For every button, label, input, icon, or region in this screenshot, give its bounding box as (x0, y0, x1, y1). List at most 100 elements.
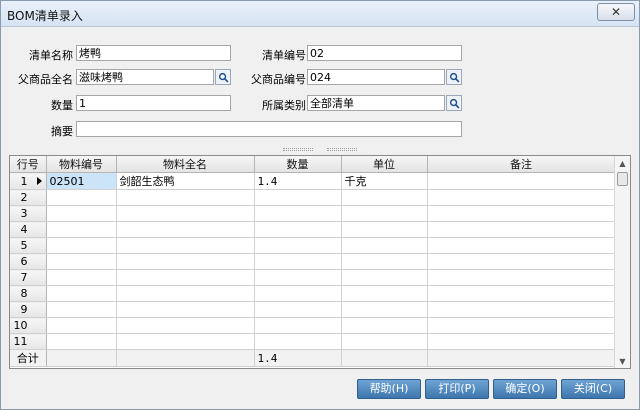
cell-name[interactable] (116, 189, 255, 206)
cell-note[interactable] (427, 172, 616, 190)
cell-code[interactable] (46, 237, 117, 254)
col-header-note[interactable]: 备注 (427, 156, 616, 173)
cell-name[interactable]: 剑韶生态鸭 (116, 172, 255, 190)
scroll-down-icon[interactable]: ▼ (615, 354, 630, 368)
col-header-unit[interactable]: 单位 (341, 156, 428, 173)
cell-qty[interactable] (254, 221, 342, 238)
cell-qty[interactable] (254, 253, 342, 270)
cell-note[interactable] (427, 269, 616, 286)
cell-note[interactable] (427, 285, 616, 302)
scroll-up-icon[interactable]: ▲ (615, 156, 630, 170)
cell-name[interactable] (116, 317, 255, 334)
cell-note[interactable] (427, 221, 616, 238)
close-button[interactable]: 关闭(C) (561, 379, 625, 399)
cell-note[interactable] (427, 301, 616, 318)
cell-unit[interactable] (341, 189, 428, 206)
cell-unit[interactable] (341, 301, 428, 318)
cell-qty[interactable] (254, 285, 342, 302)
category-input[interactable] (307, 95, 445, 111)
cell-code[interactable] (46, 317, 117, 334)
cell-name[interactable] (116, 221, 255, 238)
table-row[interactable]: 9 (10, 301, 616, 318)
table-row[interactable]: 6 (10, 253, 616, 270)
cell-qty[interactable] (254, 333, 342, 350)
cell-unit[interactable] (341, 253, 428, 270)
col-header-qty[interactable]: 数量 (254, 156, 342, 173)
col-header-row-no[interactable]: 行号 (10, 156, 47, 173)
table-row[interactable]: 8 (10, 285, 616, 302)
category-lookup-button[interactable] (446, 95, 462, 111)
row-number: 2 (20, 191, 28, 204)
grid-vertical-scrollbar[interactable]: ▲ ▼ (614, 156, 630, 368)
cell-code[interactable] (46, 205, 117, 222)
cell-note[interactable] (427, 205, 616, 222)
cell-qty[interactable] (254, 189, 342, 206)
row-number: 3 (20, 207, 28, 220)
cell-note[interactable] (427, 253, 616, 270)
table-row[interactable]: 3 (10, 205, 616, 222)
table-row[interactable]: 5 (10, 237, 616, 254)
cell-unit[interactable] (341, 333, 428, 350)
cell-code[interactable] (46, 269, 117, 286)
cell-unit[interactable] (341, 317, 428, 334)
scroll-thumb[interactable] (617, 172, 628, 186)
cell-row-no: 4 (10, 221, 47, 238)
cell-qty[interactable]: 1.4 (254, 172, 342, 190)
table-row[interactable]: 2 (10, 189, 616, 206)
table-row[interactable]: 1 02501 剑韶生态鸭 1.4 千克 (10, 172, 616, 190)
qty-input[interactable] (76, 95, 231, 111)
cell-name[interactable] (116, 253, 255, 270)
cell-qty[interactable] (254, 237, 342, 254)
cell-code[interactable] (46, 189, 117, 206)
cell-note[interactable] (427, 237, 616, 254)
cell-code[interactable] (46, 221, 117, 238)
cell-note[interactable] (427, 333, 616, 350)
table-row[interactable]: 11 (10, 333, 616, 350)
cell-code[interactable] (46, 253, 117, 270)
cell-code[interactable] (46, 301, 117, 318)
cell-name[interactable] (116, 285, 255, 302)
cell-qty[interactable] (254, 269, 342, 286)
print-button[interactable]: 打印(P) (425, 379, 489, 399)
window-close-button[interactable]: ✕ (597, 3, 635, 21)
parent-no-label: 父商品编号 (251, 73, 306, 86)
cell-code[interactable] (46, 285, 117, 302)
cell-qty[interactable] (254, 317, 342, 334)
row-number: 5 (20, 239, 28, 252)
table-row[interactable]: 4 (10, 221, 616, 238)
cell-qty[interactable] (254, 205, 342, 222)
parent-name-lookup-button[interactable] (215, 69, 231, 85)
ok-button[interactable]: 确定(O) (493, 379, 557, 399)
cell-unit[interactable]: 千克 (341, 172, 428, 190)
help-button[interactable]: 帮助(H) (357, 379, 421, 399)
cell-qty[interactable] (254, 301, 342, 318)
col-header-code[interactable]: 物料编号 (46, 156, 117, 173)
cell-name[interactable] (116, 269, 255, 286)
list-no-input[interactable] (307, 45, 462, 61)
cell-note[interactable] (427, 189, 616, 206)
cell-unit[interactable] (341, 285, 428, 302)
list-name-input[interactable] (76, 45, 231, 61)
table-row[interactable]: 7 (10, 269, 616, 286)
cell-unit[interactable] (341, 269, 428, 286)
cell-note[interactable] (427, 317, 616, 334)
parent-no-input[interactable] (307, 69, 445, 85)
cell-code[interactable]: 02501 (46, 172, 117, 190)
col-header-name[interactable]: 物料全名 (116, 156, 255, 173)
total-row: 合计 1.4 (10, 349, 616, 367)
parent-no-lookup-button[interactable] (446, 69, 462, 85)
cell-name[interactable] (116, 301, 255, 318)
panel-splitter[interactable] (1, 145, 639, 153)
cell-unit[interactable] (341, 205, 428, 222)
cell-unit[interactable] (341, 237, 428, 254)
total-empty-cell (116, 349, 255, 367)
cell-unit[interactable] (341, 221, 428, 238)
cell-row-no: 1 (10, 172, 47, 190)
cell-name[interactable] (116, 205, 255, 222)
table-row[interactable]: 10 (10, 317, 616, 334)
cell-name[interactable] (116, 237, 255, 254)
cell-code[interactable] (46, 333, 117, 350)
summary-input[interactable] (76, 121, 462, 137)
cell-name[interactable] (116, 333, 255, 350)
parent-name-input[interactable] (76, 69, 214, 85)
